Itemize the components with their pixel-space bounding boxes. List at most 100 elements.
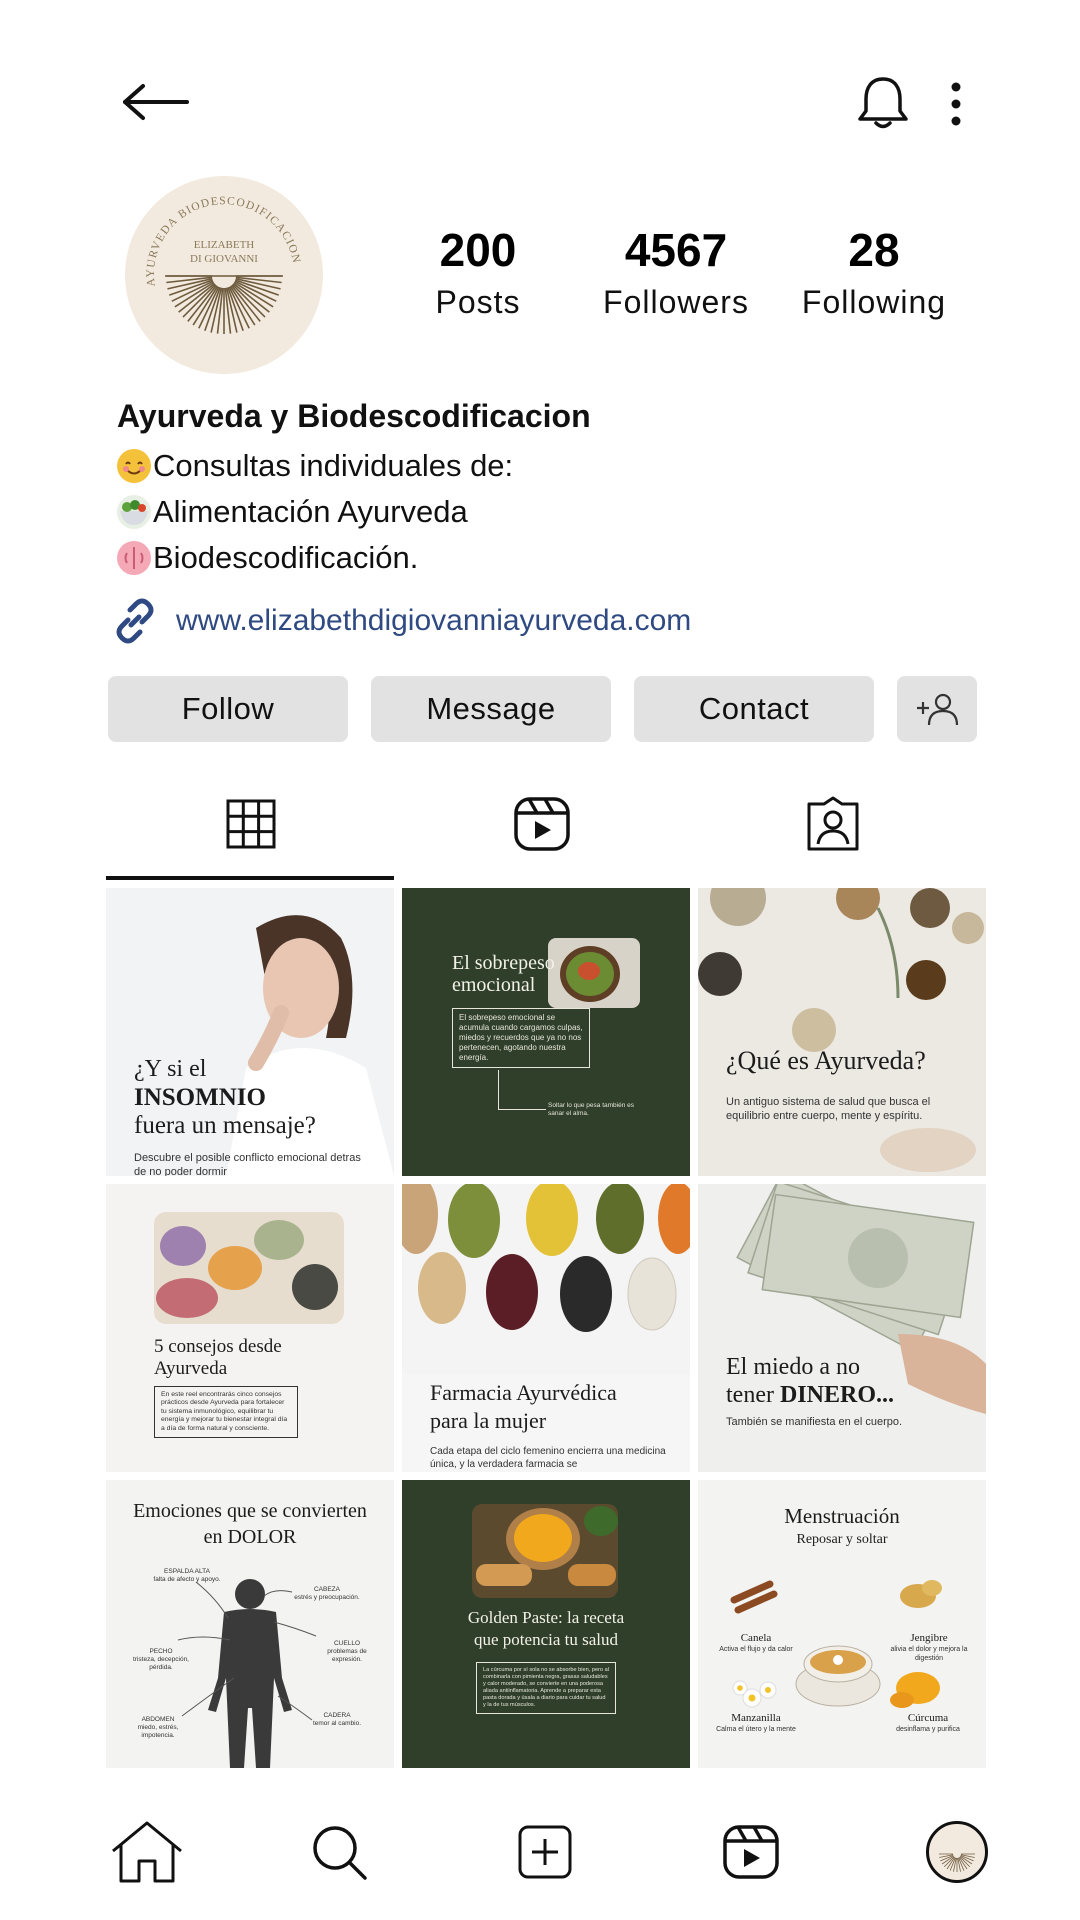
bell-icon (858, 77, 908, 129)
notifications-button[interactable] (850, 72, 916, 134)
back-button[interactable] (115, 72, 195, 132)
post-title: Menstruación (784, 1504, 900, 1528)
posts-label: Posts (435, 283, 521, 320)
turmeric-photo (472, 1504, 618, 1598)
profile-avatar[interactable]: AYURVEDA BIODESCODIFICACION ELIZABETH DI… (125, 176, 323, 374)
post-title-line2-b: DINERO... (779, 1382, 894, 1408)
post-subtitle: También se manifiesta en el cuerpo. (726, 1416, 903, 1428)
svg-text:ELIZABETH: ELIZABETH (194, 239, 255, 251)
nav-search[interactable] (294, 1812, 384, 1892)
post-title-line2: Ayurveda (154, 1358, 228, 1379)
bio-line-2: Alimentación Ayurveda (117, 494, 468, 530)
reels-icon (723, 1825, 779, 1879)
post-title-line1: El sobrepeso (452, 952, 555, 974)
stat-following[interactable]: 28 Following (774, 225, 974, 321)
bio-text-1: Consultas individuales de: (153, 448, 514, 483)
post-title-line2: emocional (452, 974, 536, 996)
post-tile-insomnio[interactable]: ¿Y si el INSOMNIO fuera un mensaje? Desc… (106, 888, 394, 1176)
following-label: Following (801, 283, 947, 320)
body-label-cadera-title: CADERA (323, 1712, 351, 1719)
post-title-line1: Golden Paste: la receta (467, 1608, 625, 1627)
body-label-espalda: ESPALDA ALTA falta de afecto y apoyo. (142, 1568, 232, 1584)
body-label-cuello-text: problemas de expresión. (327, 1648, 367, 1664)
post-title-line2-a: tener (726, 1382, 780, 1408)
stat-posts[interactable]: 200 Posts (378, 225, 578, 321)
herb-manzanilla-text: Calma el útero y la mente (716, 1725, 796, 1733)
post-note: Soltar lo que pesa también es sanar el a… (548, 1102, 634, 1118)
post-tile-farmacia-ayurvedica[interactable]: Farmacia Ayurvédica para la mujer Cada e… (402, 1184, 690, 1472)
svg-text:DI GIOVANNI: DI GIOVANNI (190, 253, 258, 265)
post-tile-emociones-dolor[interactable]: Emociones que se convierten en DOLOR ESP… (106, 1480, 394, 1768)
body-label-pecho-title: PECHO (149, 1648, 173, 1655)
suggest-people-button[interactable] (897, 676, 977, 742)
post-title-line1: Emociones que se convierten (133, 1500, 367, 1522)
message-button[interactable]: Message (371, 676, 611, 742)
followers-count: 4567 (624, 224, 728, 276)
active-tab-indicator (106, 876, 394, 880)
herb-jengibre-title: Jengibre (910, 1632, 948, 1644)
tab-tagged[interactable] (688, 770, 978, 878)
post-description-box: La cúrcuma por sí sola no se absorbe bie… (476, 1662, 616, 1714)
body-label-cuello-title: CUELLO (333, 1640, 360, 1647)
post-tile-sobrepeso[interactable]: El sobrepeso emocional El sobrepeso emoc… (402, 888, 690, 1176)
herb-manzanilla: Manzanilla Calma el útero y la mente (716, 1712, 796, 1735)
post-tile-5-consejos[interactable]: 5 consejos desde Ayurveda En este reel e… (106, 1184, 394, 1472)
post-tile-menstruacion[interactable]: Menstruación Reposar y soltar Canela Act… (698, 1480, 986, 1768)
post-tile-miedo-dinero[interactable]: El miedo a no tener DINERO... También se… (698, 1184, 986, 1472)
home-icon (112, 1821, 182, 1883)
bio-line-3: Biodescodificación. (117, 540, 418, 576)
legumes-photo (402, 1184, 690, 1374)
herb-curcuma-title: Cúrcuma (907, 1712, 949, 1724)
back-arrow-icon (123, 84, 189, 120)
search-icon (313, 1826, 367, 1880)
body-label-espalda-title: ESPALDA ALTA (164, 1568, 210, 1575)
post-title-line1: El miedo a no (726, 1354, 860, 1380)
tab-posts-grid[interactable] (106, 770, 396, 878)
herb-manzanilla-title: Manzanilla (731, 1712, 781, 1724)
brain-icon (117, 541, 151, 575)
body-label-cabeza-title: CABEZA (313, 1586, 340, 1593)
post-title: ¿Qué es Ayurveda? (726, 1046, 926, 1075)
tab-reels[interactable] (397, 770, 687, 878)
body-label-espalda-text: falta de afecto y apoyo. (153, 1576, 221, 1584)
body-label-cabeza: CABEZA estrés y preocupación. (282, 1586, 372, 1602)
post-title-line2: para la mujer (430, 1408, 547, 1433)
herb-canela-title: Canela (740, 1632, 772, 1644)
body-label-abdomen-text: miedo, estrés, impotencia. (137, 1724, 179, 1740)
bio-text-3: Biodescodificación. (153, 540, 419, 575)
nav-home[interactable] (102, 1812, 192, 1892)
bio-text-2: Alimentación Ayurveda (153, 494, 468, 529)
herbs-photo (154, 1212, 344, 1324)
more-options-button[interactable] (938, 78, 974, 130)
contact-button[interactable]: Contact (634, 676, 874, 742)
follow-button[interactable]: Follow (108, 676, 348, 742)
stat-followers[interactable]: 4567 Followers (576, 225, 776, 321)
website-link[interactable]: www.elizabethdigiovanniayurveda.com (112, 598, 691, 644)
post-subtitle: Cada etapa del ciclo femenino encierra u… (430, 1446, 666, 1470)
nav-reels[interactable] (706, 1812, 796, 1892)
herb-curcuma: Cúrcuma desinflama y purifica (888, 1712, 968, 1735)
body-label-cadera: CADERA temor al cambio. (302, 1712, 372, 1728)
post-title-line2: que potencia tu salud (474, 1630, 618, 1649)
profile-name: Ayurveda y Biodescodificacion (117, 398, 591, 434)
post-tile-golden-paste[interactable]: Golden Paste: la receta que potencia tu … (402, 1480, 690, 1768)
post-subtitle: Reposar y soltar (796, 1532, 888, 1547)
nav-profile[interactable] (912, 1812, 1002, 1892)
post-title-line1: 5 consejos desde (154, 1336, 282, 1357)
salad-bowl-photo (548, 938, 640, 1008)
body-label-cabeza-text: estrés y preocupación. (294, 1594, 360, 1602)
salad-icon (117, 495, 151, 529)
followers-label: Followers (603, 283, 749, 320)
post-description-box: En este reel encontrarás cinco consejos … (154, 1386, 298, 1439)
link-icon (116, 598, 154, 644)
posts-count: 200 (439, 224, 517, 276)
connector-line (498, 1070, 546, 1110)
post-title-line2: INSOMNIO (134, 1084, 266, 1111)
add-person-icon (917, 693, 959, 726)
website-link-text[interactable]: www.elizabethdigiovanniayurveda.com (176, 604, 691, 638)
herb-jengibre: Jengibre alivia el dolor y mejora la dig… (884, 1632, 974, 1663)
nav-create[interactable] (500, 1812, 590, 1892)
herb-canela: Canela Activa el flujo y da calor (716, 1632, 796, 1655)
post-tile-que-es-ayurveda[interactable]: ¿Qué es Ayurveda? Un antiguo sistema de … (698, 888, 986, 1176)
body-label-pecho-text: tristeza, decepción, pérdida. (132, 1656, 189, 1672)
